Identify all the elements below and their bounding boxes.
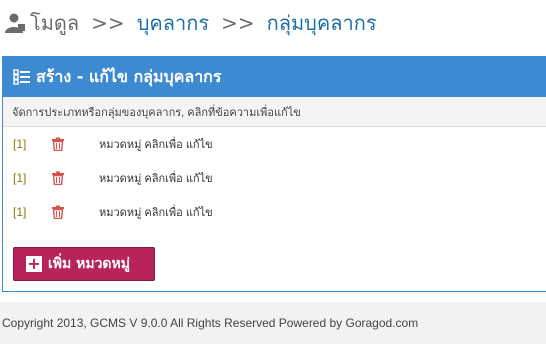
checklist-icon <box>13 69 30 85</box>
list-item: [1] หมวดหมู่ คลิกเพื่อ แก้ไข <box>3 161 546 195</box>
user-icon <box>5 13 25 33</box>
group-list: [1] หมวดหมู่ คลิกเพื่อ แก้ไข [1] หมวดหมู… <box>3 127 546 229</box>
personnel-group-panel: สร้าง - แก้ไข กลุ่มบุคลากร จัดการประเภทห… <box>2 56 546 292</box>
trash-icon[interactable] <box>51 137 65 151</box>
item-id: [1] <box>13 137 27 151</box>
copyright-text: Copyright 2013, GCMS V 9.0.0 All Rights … <box>2 316 419 330</box>
breadcrumb-module: โมดูล <box>30 11 80 35</box>
breadcrumb-personnel-link[interactable]: บุคลากร <box>137 7 209 39</box>
item-id: [1] <box>13 171 27 185</box>
panel-description: จัดการประเภทหรือกลุ่มของบุคลากร, คลิกที่… <box>3 97 546 127</box>
list-item: [1] หมวดหมู่ คลิกเพื่อ แก้ไข <box>3 127 546 161</box>
panel-header: สร้าง - แก้ไข กลุ่มบุคลากร <box>3 57 546 97</box>
plus-icon: + <box>26 254 42 273</box>
breadcrumb-separator: >> <box>91 11 125 35</box>
add-category-button[interactable]: + เพิ่ม หมวดหมู่ <box>13 247 155 281</box>
trash-icon[interactable] <box>51 171 65 185</box>
breadcrumb-separator: >> <box>221 11 255 35</box>
add-category-label: เพิ่ม หมวดหมู่ <box>48 256 130 272</box>
footer: Copyright 2013, GCMS V 9.0.0 All Rights … <box>0 302 546 344</box>
item-label[interactable]: หมวดหมู่ คลิกเพื่อ แก้ไข <box>99 169 213 187</box>
breadcrumb: โมดูล >> บุคลากร >> กลุ่มบุคลากร <box>4 6 377 40</box>
panel-title: สร้าง - แก้ไข กลุ่มบุคลากร <box>36 66 222 86</box>
item-id: [1] <box>13 205 27 219</box>
list-item: [1] หมวดหมู่ คลิกเพื่อ แก้ไข <box>3 195 546 229</box>
item-label[interactable]: หมวดหมู่ คลิกเพื่อ แก้ไข <box>99 135 213 153</box>
trash-icon[interactable] <box>51 205 65 219</box>
breadcrumb-personnel-group-link[interactable]: กลุ่มบุคลากร <box>267 7 377 39</box>
item-label[interactable]: หมวดหมู่ คลิกเพื่อ แก้ไข <box>99 203 213 221</box>
